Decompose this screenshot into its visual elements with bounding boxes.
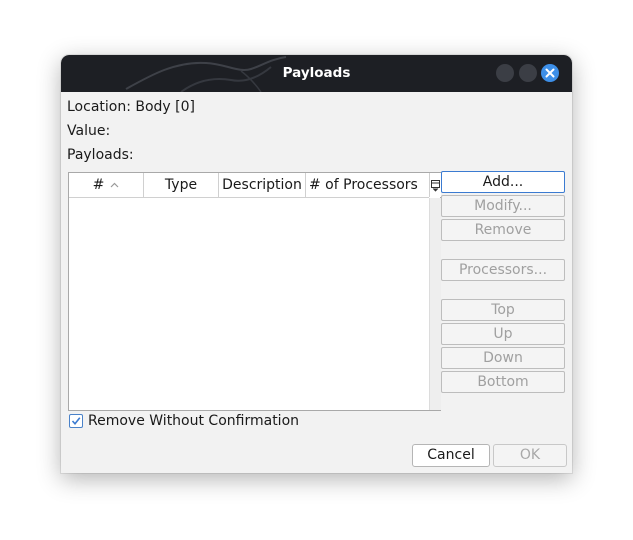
payloads-label: Payloads: xyxy=(67,147,134,163)
payloads-dialog: Payloads Location: Body [0] Value: Paylo… xyxy=(61,55,572,473)
ok-button[interactable]: OK xyxy=(493,444,567,467)
modify-button[interactable]: Modify... xyxy=(441,195,565,217)
close-icon xyxy=(545,68,555,78)
minimize-button[interactable] xyxy=(496,64,514,82)
sort-ascending-icon xyxy=(110,182,119,188)
maximize-button[interactable] xyxy=(519,64,537,82)
vertical-scrollbar[interactable] xyxy=(429,198,441,410)
add-button[interactable]: Add... xyxy=(441,171,565,193)
column-chooser-icon xyxy=(431,180,440,192)
column-header-description[interactable]: Description xyxy=(219,173,306,197)
column-header-processors[interactable]: # of Processors xyxy=(306,173,429,197)
top-button[interactable]: Top xyxy=(441,299,565,321)
down-button[interactable]: Down xyxy=(441,347,565,369)
table-header: # Type Description # of Processors xyxy=(69,173,429,198)
processors-button[interactable]: Processors... xyxy=(441,259,565,281)
column-header-number[interactable]: # xyxy=(69,173,144,197)
cancel-button[interactable]: Cancel xyxy=(412,444,490,467)
column-header-type[interactable]: Type xyxy=(144,173,219,197)
checkmark-icon xyxy=(71,417,81,426)
remove-without-confirmation-label[interactable]: Remove Without Confirmation xyxy=(88,411,299,431)
title-bar[interactable]: Payloads xyxy=(61,55,572,92)
location-label: Location: Body [0] xyxy=(67,99,196,115)
remove-without-confirmation-checkbox[interactable] xyxy=(69,414,83,428)
remove-button[interactable]: Remove xyxy=(441,219,565,241)
payloads-table[interactable]: # Type Description # of Processors xyxy=(68,172,441,411)
value-label: Value: xyxy=(67,123,111,139)
column-control-button[interactable] xyxy=(429,173,441,197)
close-button[interactable] xyxy=(541,64,559,82)
up-button[interactable]: Up xyxy=(441,323,565,345)
bottom-button[interactable]: Bottom xyxy=(441,371,565,393)
